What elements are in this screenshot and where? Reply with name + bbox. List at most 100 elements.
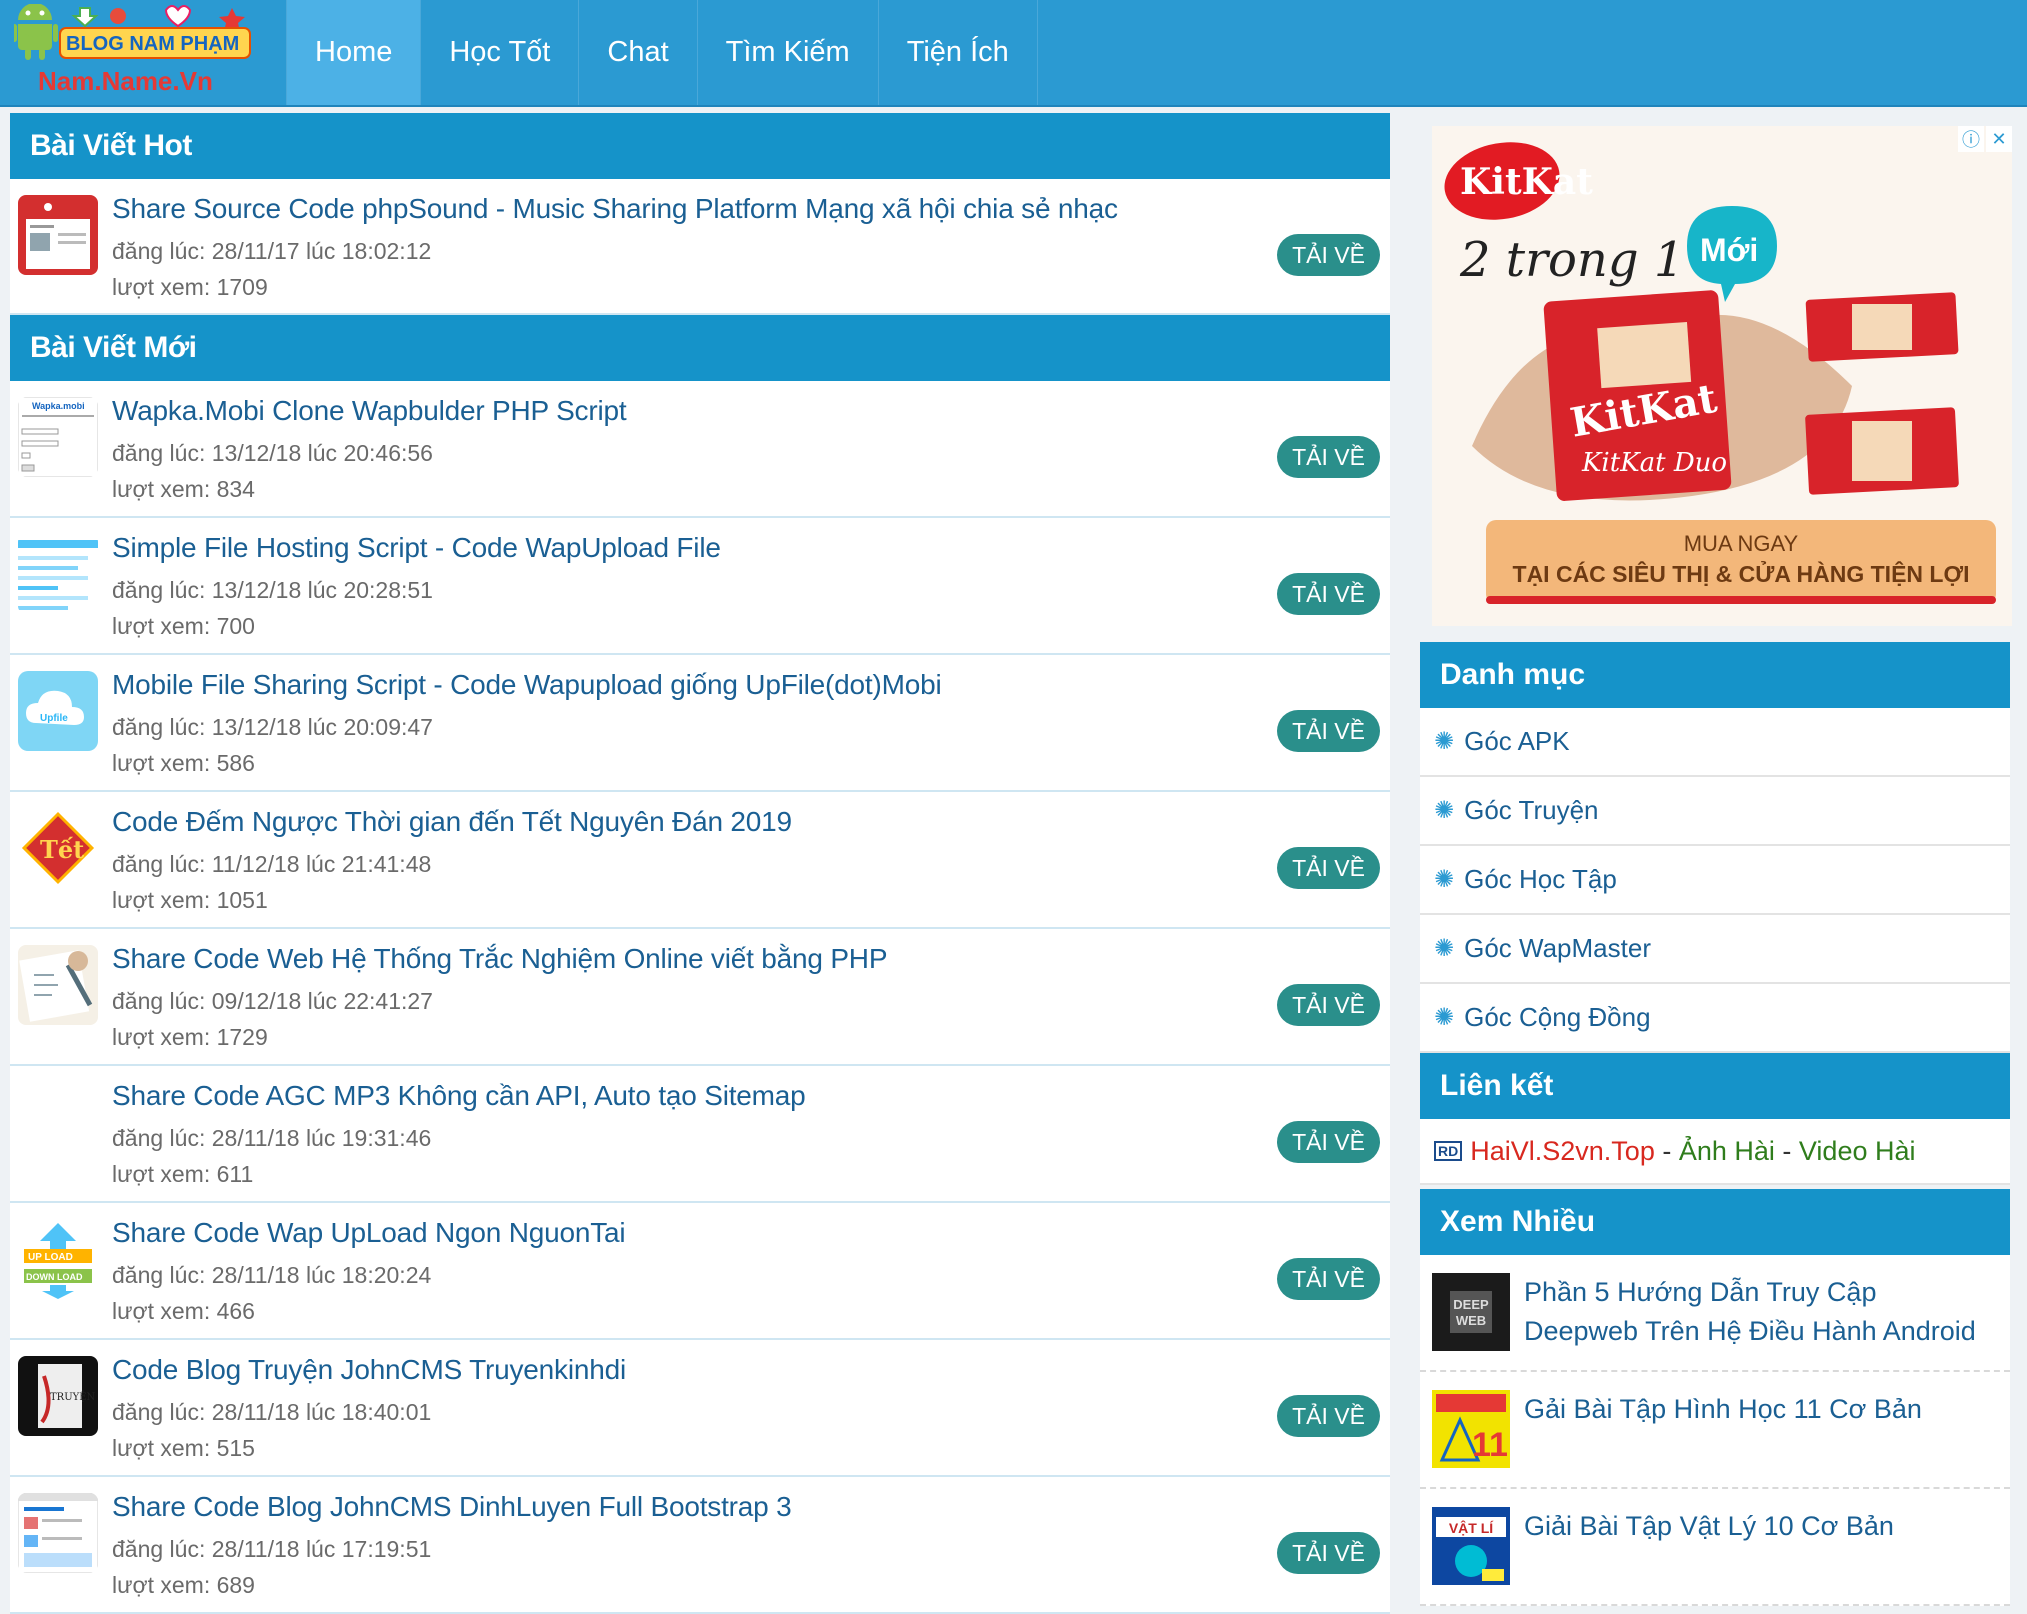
- post-title-link[interactable]: Simple File Hosting Script - Code WapUpl…: [112, 532, 721, 564]
- nav-hoc-tot[interactable]: Học Tốt: [421, 0, 580, 105]
- svg-text:Wapka.mobi: Wapka.mobi: [32, 401, 85, 411]
- popular-title-link[interactable]: Gải Bài Tập Hình Học 11 Cơ Bản: [1524, 1390, 1994, 1429]
- nav-tim-kiem[interactable]: Tìm Kiếm: [698, 0, 879, 105]
- post-item: Share Code Blog JohnCMS DinhLuyen Full B…: [10, 1477, 1390, 1614]
- download-button[interactable]: TẢI VỀ: [1277, 984, 1380, 1026]
- post-item: Wapka.mobi Wapka.Mobi Clone Wapbulder PH…: [10, 381, 1390, 518]
- download-button[interactable]: TẢI VỀ: [1277, 1395, 1380, 1437]
- ad-brand: KitKat: [1460, 161, 1593, 203]
- post-date: đăng lúc: 09/12/18 lúc 22:41:27: [112, 988, 433, 1014]
- link-separator: -: [1654, 1135, 1679, 1166]
- post-thumbnail[interactable]: Upfile: [18, 671, 98, 751]
- post-views: lượt xem: 515: [112, 1435, 255, 1461]
- categories-panel: Danh mục ✺ Góc APK ✺ Góc Truyện ✺ Góc Học T…: [1420, 642, 2010, 1053]
- download-button[interactable]: TẢI VỀ: [1277, 1121, 1380, 1163]
- ad-close-icon[interactable]: ✕: [1986, 126, 2012, 152]
- popular-panel: Xem Nhiều DEEP WEB Phần 5 Hướng Dẫn Truy …: [1420, 1189, 2010, 1606]
- post-views: lượt xem: 611: [112, 1161, 254, 1187]
- post-thumbnail[interactable]: Wapka.mobi: [18, 397, 98, 477]
- post-thumbnail[interactable]: UP LOAD DOWN LOAD: [18, 1219, 98, 1299]
- ad-cta-line1: MUA NGAY: [1684, 531, 1799, 556]
- link-separator: -: [1774, 1135, 1799, 1166]
- popular-item: VẬT LÍ Giải Bài Tập Vật Lý 10 Cơ Bản: [1420, 1489, 2010, 1606]
- download-button[interactable]: TẢI VỀ: [1277, 847, 1380, 889]
- download-button[interactable]: TẢI VỀ: [1277, 573, 1380, 615]
- post-thumbnail[interactable]: TRUYỆN: [18, 1356, 98, 1436]
- category-label: Góc Cộng Đồng: [1464, 1002, 1651, 1032]
- post-item: Share Code Web Hệ Thống Trắc Nghiệm Onli…: [10, 929, 1390, 1066]
- popular-title-link[interactable]: Giải Bài Tập Vật Lý 10 Cơ Bản: [1524, 1507, 1994, 1546]
- ad-product: KitKat Duo: [1581, 448, 1727, 478]
- logo-text-bottom: Nam.Name.Vn: [38, 66, 213, 96]
- ad-tagline: 2 trong 1: [1459, 232, 1684, 288]
- partner-link-row: RD HaiVl.S2vn.Top - Ảnh Hài - Video Hài: [1420, 1119, 2010, 1185]
- download-button[interactable]: TẢI VỀ: [1277, 1258, 1380, 1300]
- partner-link-anh-hai[interactable]: Ảnh Hài: [1679, 1136, 1775, 1167]
- partner-link[interactable]: HaiVl.S2vn.Top: [1470, 1136, 1655, 1167]
- post-title-link[interactable]: Code Đếm Ngược Thời gian đến Tết Nguyên …: [112, 806, 792, 838]
- star-bullet-icon: ✺: [1434, 797, 1455, 824]
- post-title-link[interactable]: Share Code Wap UpLoad Ngon NguonTai: [112, 1217, 626, 1249]
- category-link[interactable]: ✺ Góc Cộng Đồng: [1420, 984, 2010, 1053]
- svg-text:DEEP: DEEP: [1453, 1297, 1489, 1312]
- post-date: đăng lúc: 13/12/18 lúc 20:28:51: [112, 577, 433, 603]
- post-views: lượt xem: 700: [112, 613, 255, 639]
- post-views: lượt xem: 1051: [112, 887, 268, 913]
- category-label: Góc WapMaster: [1464, 933, 1651, 963]
- post-date: đăng lúc: 28/11/18 lúc 17:19:51: [112, 1536, 432, 1562]
- site-logo[interactable]: BLOG NAM PHẠM Nam.Name.Vn: [12, 3, 274, 100]
- popular-heading: Xem Nhiều: [1420, 1189, 2010, 1255]
- download-button[interactable]: TẢI VỀ: [1277, 710, 1380, 752]
- partner-link-video-hai[interactable]: Video Hài: [1799, 1136, 1916, 1167]
- svg-text:TRUYỆN: TRUYỆN: [50, 1391, 96, 1403]
- post-title-link[interactable]: Wapka.Mobi Clone Wapbulder PHP Script: [112, 395, 627, 427]
- popular-thumbnail[interactable]: DEEP WEB: [1432, 1273, 1510, 1351]
- post-title-link[interactable]: Share Code AGC MP3 Không cần API, Auto t…: [112, 1080, 806, 1112]
- download-button[interactable]: TẢI VỀ: [1277, 436, 1380, 478]
- star-bullet-icon: ✺: [1434, 728, 1455, 755]
- nav-home[interactable]: Home: [286, 0, 422, 105]
- main-content: Bài Viết Hot Share Source Code phpSound …: [10, 113, 1390, 1614]
- post-title-link[interactable]: Mobile File Sharing Script - Code Wapupl…: [112, 669, 942, 701]
- popular-item: 11 Gải Bài Tập Hình Học 11 Cơ Bản: [1420, 1372, 2010, 1489]
- category-link[interactable]: ✺ Góc WapMaster: [1420, 915, 2010, 984]
- categories-heading: Danh mục: [1420, 642, 2010, 708]
- links-panel: Liên kết RD HaiVl.S2vn.Top - Ảnh Hài - V…: [1420, 1053, 2010, 1185]
- top-navigation-bar: BLOG NAM PHẠM Nam.Name.Vn Home Học Tốt C…: [0, 0, 2027, 107]
- post-item: Share Source Code phpSound - Music Shari…: [10, 179, 1390, 315]
- svg-text:VẬT LÍ: VẬT LÍ: [1449, 1519, 1494, 1536]
- post-item: UP LOAD DOWN LOAD Share Code Wap UpLoad N…: [10, 1203, 1390, 1340]
- ad-info-icon[interactable]: ⓘ: [1958, 126, 1984, 152]
- post-date: đăng lúc: 11/12/18 lúc 21:41:48: [112, 851, 432, 877]
- post-title-link[interactable]: Code Blog Truyện JohnCMS Truyenkinhdi: [112, 1354, 626, 1386]
- logo-text-top: BLOG NAM PHẠM: [66, 33, 239, 55]
- post-thumbnail[interactable]: [18, 534, 98, 614]
- popular-thumbnail[interactable]: VẬT LÍ: [1432, 1507, 1510, 1585]
- ad-controls: ⓘ ✕: [1958, 126, 2012, 152]
- post-date: đăng lúc: 28/11/18 lúc 18:40:01: [112, 1399, 432, 1425]
- post-thumbnail[interactable]: [18, 195, 98, 275]
- post-title-link[interactable]: Share Code Web Hệ Thống Trắc Nghiệm Onli…: [112, 943, 888, 975]
- category-label: Góc Truyện: [1464, 795, 1599, 825]
- post-thumbnail[interactable]: Tết: [18, 808, 98, 888]
- category-label: Góc APK: [1464, 726, 1570, 756]
- popular-title-link[interactable]: Phần 5 Hướng Dẫn Truy Cập Deepweb Trên H…: [1524, 1273, 1994, 1351]
- popular-thumbnail[interactable]: 11: [1432, 1390, 1510, 1468]
- post-item: Share Code AGC MP3 Không cần API, Auto t…: [10, 1066, 1390, 1203]
- post-title-link[interactable]: Share Source Code phpSound - Music Shari…: [112, 193, 1118, 225]
- post-title-link[interactable]: Share Code Blog JohnCMS DinhLuyen Full B…: [112, 1491, 792, 1523]
- post-thumbnail[interactable]: [18, 1493, 98, 1573]
- post-thumbnail[interactable]: [18, 945, 98, 1025]
- category-link[interactable]: ✺ Góc Học Tập: [1420, 846, 2010, 915]
- category-link[interactable]: ✺ Góc Truyện: [1420, 777, 2010, 846]
- svg-text:WEB: WEB: [1456, 1313, 1486, 1328]
- nav-tien-ich[interactable]: Tiện Ích: [879, 0, 1038, 105]
- post-item: Simple File Hosting Script - Code WapUpl…: [10, 518, 1390, 655]
- advertisement-banner[interactable]: KitKat 2 trong 1 Mới KitKat KitKat Duo M…: [1432, 126, 2012, 626]
- post-views: lượt xem: 834: [112, 476, 255, 502]
- download-button[interactable]: TẢI VỀ: [1277, 1532, 1380, 1574]
- category-link[interactable]: ✺ Góc APK: [1420, 708, 2010, 777]
- download-button[interactable]: TẢI VỀ: [1277, 234, 1380, 276]
- nav-chat[interactable]: Chat: [579, 0, 698, 105]
- post-views: lượt xem: 586: [112, 750, 255, 776]
